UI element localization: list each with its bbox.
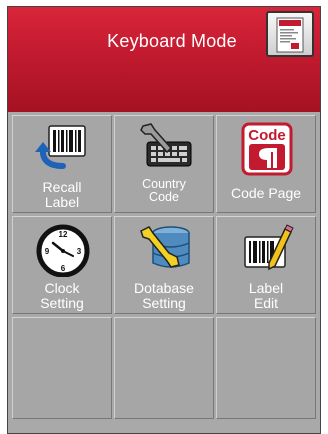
country-code-tile[interactable]: Country Code <box>114 115 214 213</box>
clock-setting-tile[interactable]: 12 3 6 9 Clock Setting <box>12 216 112 314</box>
title-bar: Keyboard Mode <box>8 7 320 112</box>
svg-text:Code: Code <box>248 127 286 144</box>
label-edit-text: Label Edit <box>248 280 284 311</box>
svg-text:6: 6 <box>61 264 66 273</box>
svg-text:3: 3 <box>77 247 82 256</box>
code-page-tile[interactable]: Code Code Page <box>216 115 316 213</box>
svg-text:12: 12 <box>59 230 68 239</box>
empty-tile <box>12 317 112 419</box>
wrench-keyboard-icon <box>140 123 192 167</box>
manual-document-button[interactable] <box>266 11 314 57</box>
recall-label-tile[interactable]: Recall Label <box>12 115 112 213</box>
country-code-text: Country Code <box>142 177 186 204</box>
barcode-recall-icon <box>35 125 86 169</box>
code-page-text: Code Page <box>230 185 302 201</box>
clock-setting-text: Clock Setting <box>40 280 84 311</box>
code-page-icon: Code <box>241 122 293 176</box>
database-wrench-icon <box>140 226 190 268</box>
document-icon <box>276 17 304 53</box>
empty-tile <box>114 317 214 419</box>
recall-label-text: Recall Label <box>42 179 82 210</box>
clock-icon: 12 3 6 9 <box>36 224 90 277</box>
keyboard-mode-screen: Keyboard Mode Recall Label Country Code … <box>7 6 321 434</box>
barcode-pencil-icon <box>244 224 294 271</box>
empty-tile <box>216 317 316 419</box>
database-setting-text: Dotabase Setting <box>134 280 194 311</box>
label-edit-tile[interactable]: Label Edit <box>216 216 316 314</box>
svg-text:9: 9 <box>45 247 50 256</box>
database-setting-tile[interactable]: Dotabase Setting <box>114 216 214 314</box>
menu-grid: Recall Label Country Code Code Code Page… <box>8 112 320 433</box>
